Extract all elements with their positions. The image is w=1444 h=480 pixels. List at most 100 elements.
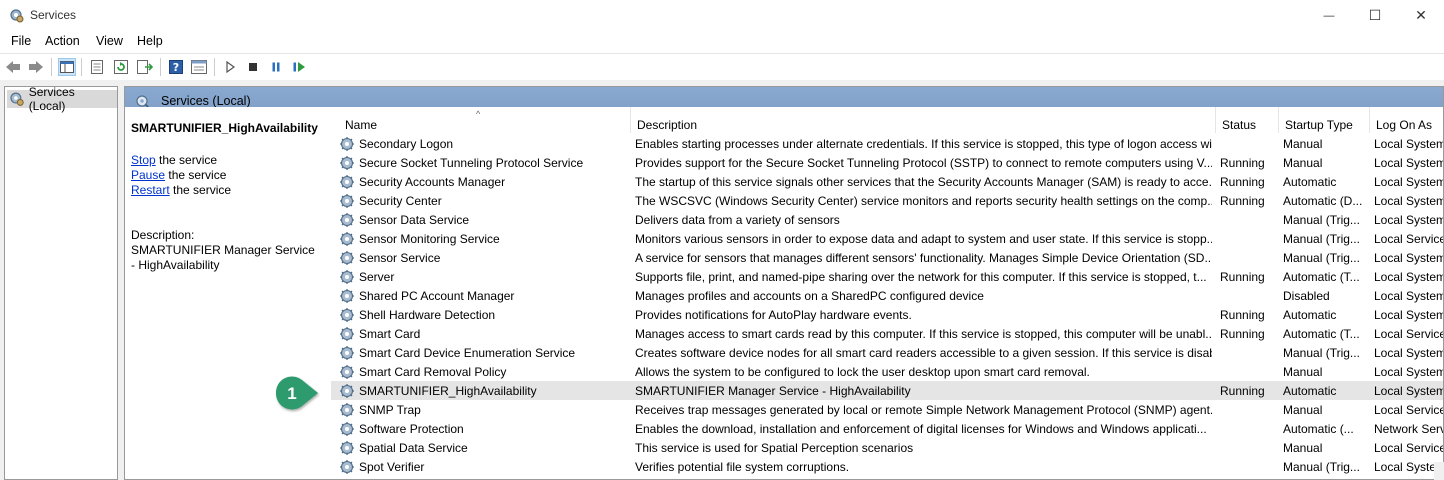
refresh-icon[interactable]	[112, 58, 130, 76]
cell-name: Spatial Data Service	[359, 441, 468, 455]
column-header-description[interactable]: Description	[631, 107, 1216, 133]
resume-icon[interactable]	[290, 58, 308, 76]
cell-description: A service for sensors that manages diffe…	[635, 251, 1212, 265]
cell-startup-type: Manual (Trig...	[1283, 251, 1360, 265]
cell-log-on-as: Local Service	[1374, 441, 1443, 455]
column-header-log-on-as[interactable]: Log On As	[1370, 107, 1443, 133]
cell-status: Running	[1220, 156, 1265, 170]
service-gear-icon	[339, 402, 355, 418]
play-icon[interactable]	[221, 58, 239, 76]
service-gear-icon	[339, 421, 355, 437]
table-row[interactable]: Spatial Data Service This service is used…	[331, 438, 1443, 457]
cell-name: Sensor Monitoring Service	[359, 232, 500, 246]
table-row[interactable]: Software Protection Enables the download,…	[331, 419, 1443, 438]
cell-log-on-as: Local System	[1374, 384, 1443, 398]
table-row[interactable]: Sensor Data Service Delivers data from a …	[331, 210, 1443, 229]
table-row[interactable]: Shell Hardware Detection Provides notific…	[331, 305, 1443, 324]
selected-service-name: SMARTUNIFIER_HighAvailability	[131, 121, 318, 135]
toolbar: ?	[0, 53, 1444, 81]
close-button[interactable]: ✕	[1398, 0, 1444, 31]
tree-node-services-local[interactable]: Services (Local)	[7, 85, 117, 113]
menu-file[interactable]: File	[11, 34, 31, 48]
cell-log-on-as: Local System	[1374, 156, 1443, 170]
table-row[interactable]: Security Center The WSCSVC (Windows Secur…	[331, 191, 1443, 210]
column-header-startup-type[interactable]: Startup Type	[1279, 107, 1370, 133]
cell-name: Software Protection	[359, 422, 464, 436]
column-header-name[interactable]: Name	[339, 107, 631, 133]
service-gear-icon	[339, 269, 355, 285]
cell-description: The startup of this service signals othe…	[635, 175, 1212, 189]
export-icon[interactable]	[136, 58, 154, 76]
svg-text:?: ?	[173, 61, 179, 74]
cell-startup-type: Manual	[1283, 403, 1323, 417]
cell-log-on-as: Local System	[1374, 460, 1443, 474]
stop-icon[interactable]	[244, 58, 262, 76]
console-tree: Services (Local)	[4, 85, 118, 480]
cell-name: Sensor Service	[359, 251, 441, 265]
cell-startup-type: Manual	[1283, 441, 1323, 455]
cell-log-on-as: Local System	[1374, 194, 1443, 208]
restart-link[interactable]: Restart	[131, 183, 170, 197]
scrollbar[interactable]	[1434, 462, 1444, 480]
table-row[interactable]: Spot Verifier Verifies potential file sys…	[331, 457, 1443, 476]
cell-status: Running	[1220, 175, 1265, 189]
cell-name: SNMP Trap	[359, 403, 421, 417]
pause-icon[interactable]	[267, 58, 285, 76]
maximize-icon: ☐	[1368, 7, 1382, 23]
cell-startup-type: Automatic (T...	[1283, 327, 1360, 341]
minimize-button[interactable]: —	[1306, 0, 1352, 31]
show-tree-icon[interactable]	[58, 58, 76, 76]
cell-startup-type: Automatic	[1283, 384, 1337, 398]
cell-name: Sensor Data Service	[359, 213, 470, 227]
menu-view[interactable]: View	[96, 34, 123, 48]
table-row[interactable]: Sensor Monitoring Service Monitors variou…	[331, 229, 1443, 248]
cell-description: This service is used for Spatial Percept…	[635, 441, 914, 455]
table-row[interactable]: SNMP Trap Receives trap messages generate…	[331, 400, 1443, 419]
column-header-status[interactable]: Status	[1216, 107, 1279, 133]
table-row[interactable]: Sensor Service A service for sensors that…	[331, 248, 1443, 267]
maximize-button[interactable]: ☐	[1352, 0, 1398, 31]
cell-description: Creates software device nodes for all sm…	[635, 346, 1212, 360]
service-gear-icon	[339, 326, 355, 342]
table-row[interactable]: Security Accounts Manager The startup of …	[331, 172, 1443, 191]
table-row[interactable]: Smart Card Device Enumeration Service Cre…	[331, 343, 1443, 362]
table-row[interactable]: Smart Card Manages access to smart cards …	[331, 324, 1443, 343]
toolbar-separator	[81, 58, 82, 76]
cell-name: Spot Verifier	[359, 460, 425, 474]
properties-icon[interactable]	[88, 58, 106, 76]
cell-description: Delivers data from a variety of sensors	[635, 213, 840, 227]
table-row[interactable]: Shared PC Account Manager Manages profile…	[331, 286, 1443, 305]
cell-startup-type: Manual	[1283, 365, 1323, 379]
service-gear-icon	[339, 440, 355, 456]
table-row[interactable]: SMARTUNIFIER_HighAvailability SMARTUNIFIE…	[331, 381, 1443, 400]
pause-link[interactable]: Pause	[131, 168, 165, 182]
cell-startup-type: Automatic (D...	[1283, 194, 1363, 208]
view-icon[interactable]	[190, 58, 208, 76]
menu-help[interactable]: Help	[137, 34, 163, 48]
table-row[interactable]: Smart Card Removal Policy Allows the syst…	[331, 362, 1443, 381]
cell-description: SMARTUNIFIER Manager Service - HighAvail…	[635, 384, 911, 398]
table-row[interactable]: Secure Socket Tunneling Protocol Service…	[331, 153, 1443, 172]
cell-name: Smart Card Device Enumeration Service	[359, 346, 576, 360]
table-row[interactable]: Server Supports file, print, and named-pi…	[331, 267, 1443, 286]
cell-description: Enables the download, installation and e…	[635, 422, 1207, 436]
menu-bar: File Action View Help	[0, 31, 1444, 53]
table-row[interactable]: Secondary Logon Enables starting processe…	[331, 134, 1443, 153]
menu-action[interactable]: Action	[45, 34, 80, 48]
cell-description: Provides support for the Secure Socket T…	[635, 156, 1212, 170]
pane-header-title: Services (Local)	[161, 94, 251, 108]
forward-icon[interactable]	[27, 58, 45, 76]
services-gear-icon	[10, 92, 24, 106]
toolbar-separator	[214, 58, 215, 76]
service-gear-icon	[339, 155, 355, 171]
cell-startup-type: Manual	[1283, 137, 1323, 151]
service-gear-icon	[339, 212, 355, 228]
action-pause: Pause the service	[131, 168, 227, 182]
service-gear-icon	[339, 250, 355, 266]
cell-log-on-as: Local System	[1374, 365, 1443, 379]
cell-description: Supports file, print, and named-pipe sha…	[635, 270, 1207, 284]
stop-link[interactable]: Stop	[131, 153, 156, 167]
back-icon[interactable]	[4, 58, 22, 76]
cell-startup-type: Manual (Trig...	[1283, 460, 1360, 474]
help-icon[interactable]: ?	[167, 58, 185, 76]
